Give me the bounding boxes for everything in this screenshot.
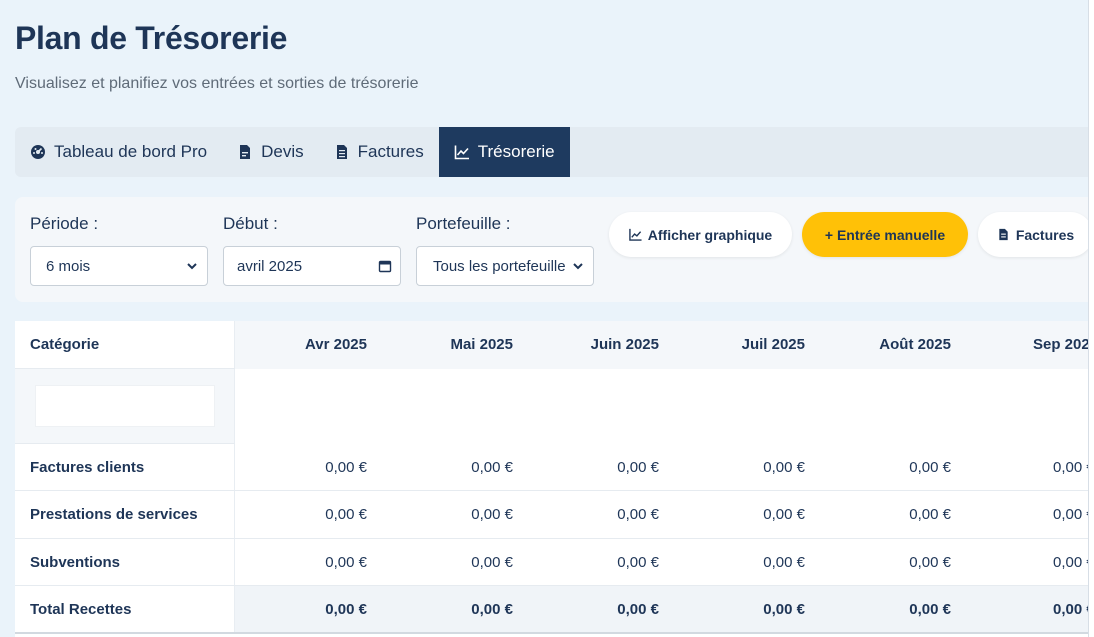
chart-line-icon — [454, 145, 469, 160]
tab-label: Tableau de bord Pro — [54, 142, 208, 161]
row-label: Prestations de services — [15, 491, 235, 538]
month-header: Juil 2025 — [741, 336, 805, 353]
tab-bar: Tableau de bord Pro Devis Factures Tréso… — [15, 127, 1088, 177]
row-label: Subventions — [15, 539, 235, 585]
periode-select[interactable]: 6 mois — [30, 246, 208, 286]
amount-cell: 0,00 € — [471, 553, 513, 571]
month-header: Août 2025 — [879, 336, 951, 353]
portefeuille-value: Tous les portefeuilles — [433, 257, 565, 275]
table-bottom-border — [15, 632, 1088, 634]
amount-cell: 0,00 € — [1053, 458, 1088, 476]
tab-factures[interactable]: Factures — [319, 127, 439, 177]
amount-cell: 0,00 € — [325, 458, 367, 476]
total-cell: 0,00 € — [763, 600, 805, 618]
amount-cell: 0,00 € — [1053, 506, 1088, 523]
manual-entry-button[interactable]: + Entrée manuelle — [802, 212, 968, 257]
amount-cell: 0,00 € — [471, 506, 513, 523]
section-cell — [15, 369, 235, 444]
total-cell: 0,00 € — [325, 600, 367, 618]
amount-cell: 0,00 € — [471, 458, 513, 476]
debut-value: avril 2025 — [237, 257, 303, 275]
amount-cell: 0,00 € — [617, 506, 659, 523]
amount-cell: 0,00 € — [325, 506, 367, 523]
amount-cell: 0,00 € — [1053, 553, 1088, 571]
page: Plan de Trésorerie Visualisez et planifi… — [0, 0, 1094, 637]
amount-cell: 0,00 € — [617, 458, 659, 476]
total-cell: 0,00 € — [909, 600, 951, 618]
show-chart-label: Afficher graphique — [647, 226, 773, 243]
scrollbar[interactable] — [1088, 0, 1094, 637]
category-header: Catégorie — [15, 321, 235, 368]
factures-button-label: Factures — [1015, 226, 1075, 243]
chevron-down-icon — [573, 263, 583, 270]
total-cell: 0,00 € — [617, 600, 659, 618]
total-row: Total Recettes 0,00 € 0,00 € 0,00 € 0,00… — [15, 586, 1088, 632]
month-header: Mai 2025 — [450, 336, 513, 353]
table-header-row: Catégorie Avr 2025 Mai 2025 Juin 2025 Ju… — [15, 321, 1088, 369]
month-header: Avr 2025 — [305, 336, 367, 353]
amount-cell: 0,00 € — [909, 458, 951, 476]
total-cell: 0,00 € — [1053, 600, 1088, 618]
portefeuille-select[interactable]: Tous les portefeuilles — [416, 246, 594, 286]
file-invoice-icon — [336, 145, 347, 159]
amount-cell: 0,00 € — [909, 553, 951, 571]
manual-entry-label: + Entrée manuelle — [824, 226, 946, 243]
tab-label: Factures — [357, 142, 424, 161]
month-header: Juin 2025 — [590, 336, 659, 353]
filter-bar: Période : 6 mois Début : avril 2025 Port… — [15, 197, 1093, 302]
amount-cell: 0,00 € — [325, 553, 367, 571]
page-title: Plan de Trésorerie — [15, 20, 288, 56]
cashflow-table: Catégorie Avr 2025 Mai 2025 Juin 2025 Ju… — [15, 321, 1088, 637]
total-label: Total Recettes — [15, 586, 235, 632]
amount-cell: 0,00 € — [763, 458, 805, 476]
dashboard-icon — [31, 145, 45, 159]
tab-tresorerie[interactable]: Trésorerie — [438, 127, 570, 177]
page-subtitle: Visualisez et planifiez vos entrées et s… — [15, 75, 419, 92]
tab-dashboard-pro[interactable]: Tableau de bord Pro — [15, 127, 222, 177]
periode-label: Période : — [30, 214, 99, 233]
show-chart-button[interactable]: Afficher graphique — [609, 212, 792, 257]
total-cell: 0,00 € — [471, 600, 513, 618]
amount-cell: 0,00 € — [617, 553, 659, 571]
amount-cell: 0,00 € — [909, 506, 951, 523]
portefeuille-label: Portefeuille : — [416, 214, 511, 233]
debut-filter: Début : avril 2025 — [223, 214, 401, 286]
calendar-icon[interactable] — [378, 259, 392, 273]
table-row: Factures clients 0,00 € 0,00 € 0,00 € 0,… — [15, 444, 1088, 491]
chart-line-icon — [628, 228, 642, 241]
table-row: Prestations de services 0,00 € 0,00 € 0,… — [15, 491, 1088, 539]
factures-button[interactable]: Factures — [978, 212, 1093, 257]
portefeuille-filter: Portefeuille : Tous les portefeuilles — [416, 214, 594, 286]
amount-cell: 0,00 € — [763, 553, 805, 571]
debut-month-input[interactable]: avril 2025 — [223, 246, 401, 286]
file-quote-icon — [240, 145, 251, 159]
debut-label: Début : — [223, 214, 278, 233]
section-row — [15, 369, 1088, 444]
table-row: Subventions 0,00 € 0,00 € 0,00 € 0,00 € … — [15, 539, 1088, 586]
tab-devis[interactable]: Devis — [222, 127, 319, 177]
amount-cell: 0,00 € — [763, 506, 805, 523]
month-header: Sep 2025 — [1033, 336, 1088, 353]
periode-filter: Période : 6 mois — [30, 214, 208, 286]
tab-label: Devis — [261, 142, 304, 161]
row-label: Factures clients — [15, 444, 235, 490]
section-placeholder — [35, 385, 215, 427]
file-invoice-icon — [999, 228, 1008, 241]
tab-label: Trésorerie — [477, 142, 555, 161]
periode-value: 6 mois — [46, 257, 91, 275]
chevron-down-icon — [187, 263, 197, 270]
